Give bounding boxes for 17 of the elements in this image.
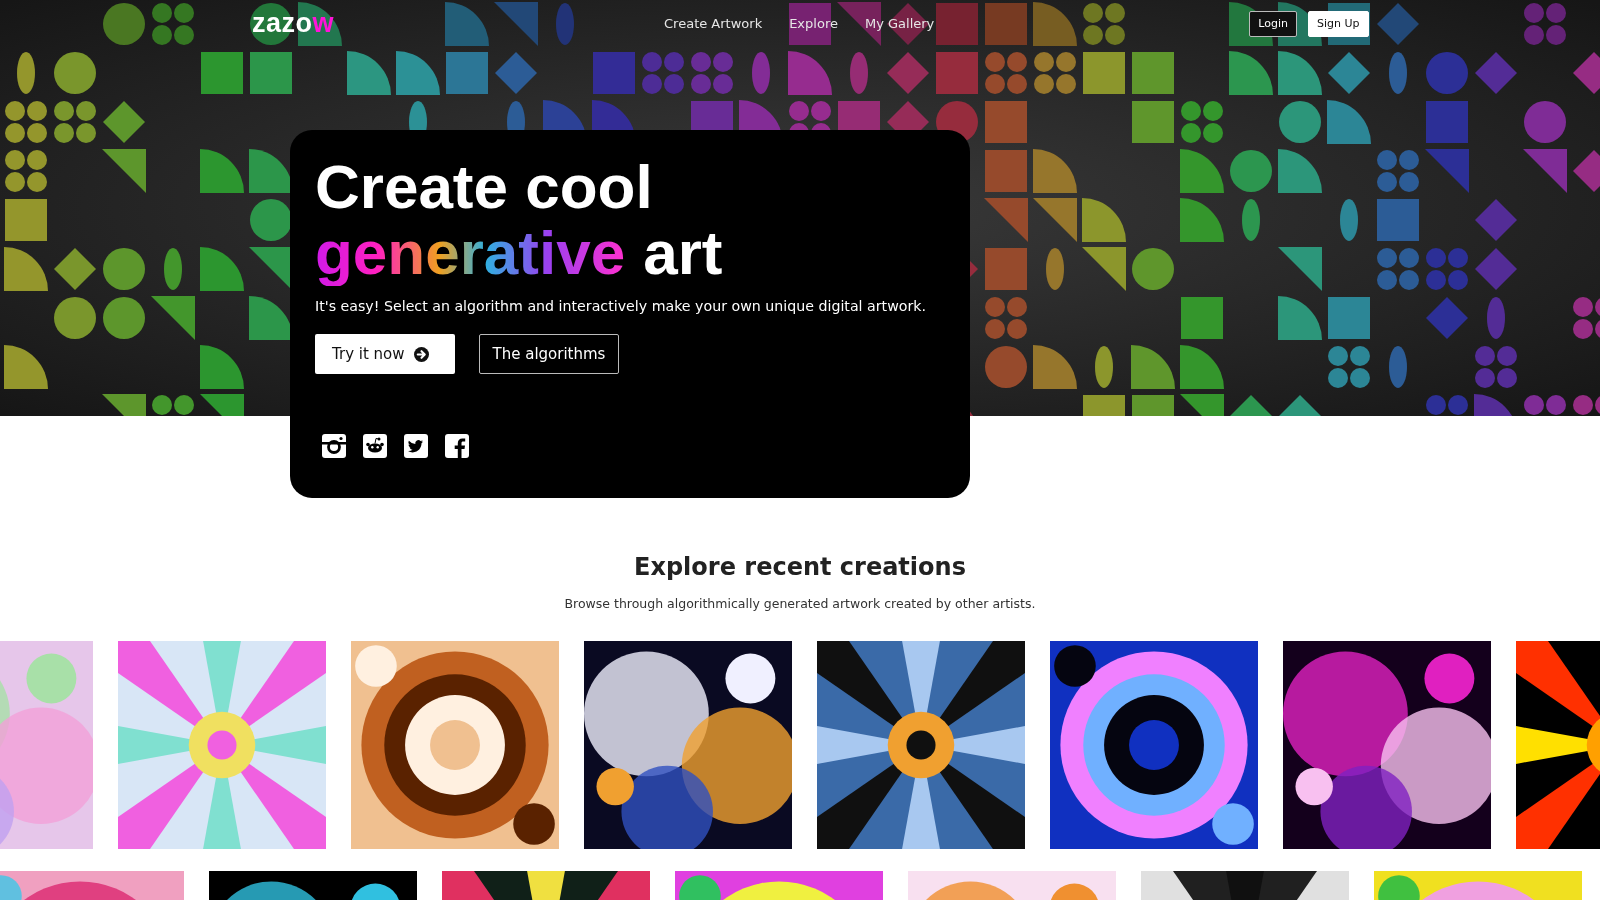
login-button[interactable]: Login bbox=[1249, 10, 1297, 37]
facebook-icon[interactable] bbox=[445, 434, 469, 458]
try-it-now-button[interactable]: Try it now bbox=[315, 334, 455, 374]
bird-icon[interactable] bbox=[404, 434, 428, 458]
arrow-circle-icon bbox=[413, 346, 429, 362]
nav-link[interactable]: My Gallery bbox=[864, 16, 935, 31]
hero-title: Create cool bbox=[315, 154, 653, 220]
nav-link[interactable]: Create Artwork bbox=[664, 16, 763, 31]
hero-title: art bbox=[643, 220, 723, 286]
camera-icon[interactable] bbox=[322, 434, 346, 458]
logo[interactable]: zazow bbox=[252, 10, 335, 37]
algorithms-button[interactable]: The algorithms bbox=[478, 334, 620, 374]
section-subtitle: Browse through algorithmically generated artwork created by other artists. bbox=[564, 596, 1036, 611]
nav-link[interactable]: Explore bbox=[789, 16, 838, 31]
alien-head-icon[interactable] bbox=[363, 434, 387, 458]
hero-subtitle: It's easy! Select an algorithm and interactively make your own unique digital artwork. bbox=[315, 298, 927, 314]
section-title: Explore recent creations bbox=[634, 553, 966, 581]
